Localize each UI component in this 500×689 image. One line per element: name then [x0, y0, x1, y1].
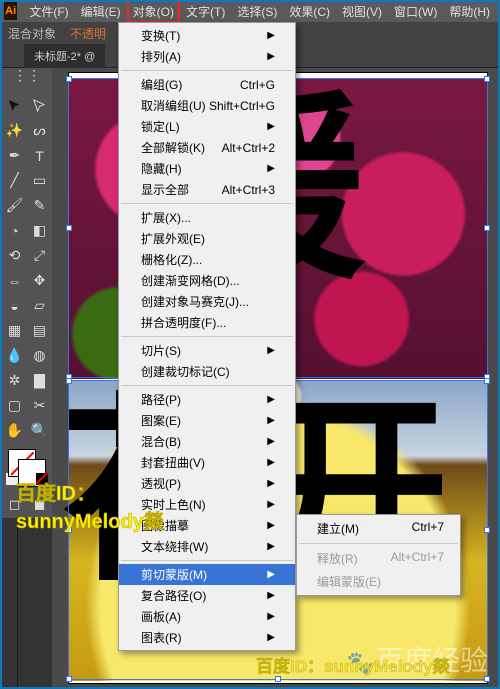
menu-separator: [121, 560, 293, 561]
menu-item[interactable]: 全部解锁(K)Alt+Ctrl+2: [119, 137, 295, 158]
direct-selection-tool-icon[interactable]: [27, 93, 52, 118]
shape-builder-tool-icon[interactable]: ◒: [2, 293, 27, 318]
menu-item[interactable]: 创建渐变网格(D)...: [119, 270, 295, 291]
gradient-tool-icon[interactable]: ▤: [27, 318, 52, 343]
menu-object[interactable]: 对象(O): [127, 0, 180, 23]
menu-item[interactable]: 拼合透明度(F)...: [119, 312, 295, 333]
menubar: Ai 文件(F) 编辑(E) 对象(O) 文字(T) 选择(S) 效果(C) 视…: [0, 0, 500, 22]
menu-item[interactable]: 隐藏(H)▶: [119, 158, 295, 179]
menu-item[interactable]: 路径(P)▶: [119, 389, 295, 410]
menu-item[interactable]: 显示全部Alt+Ctrl+3: [119, 179, 295, 200]
selection-tool-icon[interactable]: [2, 93, 27, 118]
submenu-item[interactable]: 建立(M)Ctrl+7: [297, 517, 460, 540]
annotation-watermark-bottom: 百度ID：sunnyMelody燚: [256, 652, 450, 677]
options-label-1: 混合对象: [8, 25, 56, 42]
menu-help[interactable]: 帮助(H): [443, 0, 496, 23]
artboard-tool-icon[interactable]: ▢: [2, 393, 27, 418]
submenu-arrow-icon: ▶: [267, 345, 275, 356]
column-graph-tool-icon[interactable]: ▇: [27, 368, 52, 393]
submenu-arrow-icon: ▶: [267, 569, 275, 580]
submenu-arrow-icon: ▶: [267, 163, 275, 174]
scale-tool-icon[interactable]: ⤢: [27, 243, 52, 268]
eraser-tool-icon[interactable]: ◧: [27, 218, 52, 243]
free-transform-tool-icon[interactable]: ✥: [27, 268, 52, 293]
menu-item[interactable]: 图案(E)▶: [119, 410, 295, 431]
submenu-arrow-icon: ▶: [267, 541, 275, 552]
submenu-arrow-icon: ▶: [267, 632, 275, 643]
submenu-arrow-icon: ▶: [267, 30, 275, 41]
menu-item[interactable]: 栅格化(Z)...: [119, 249, 295, 270]
mesh-tool-icon[interactable]: ▦: [2, 318, 27, 343]
menu-edit[interactable]: 编辑(E): [75, 0, 127, 23]
app-logo: Ai: [4, 2, 17, 20]
menu-item[interactable]: 创建裁切标记(C): [119, 361, 295, 382]
menu-separator: [121, 336, 293, 337]
menu-select[interactable]: 选择(S): [231, 0, 283, 23]
paintbrush-tool-icon[interactable]: 🖌: [2, 193, 27, 218]
pen-tool-icon[interactable]: ✒: [2, 143, 27, 168]
slice-tool-icon[interactable]: ✂: [27, 393, 52, 418]
menu-view[interactable]: 视图(V): [336, 0, 388, 23]
menu-file[interactable]: 文件(F): [23, 0, 74, 23]
zoom-tool-icon[interactable]: 🔍: [27, 418, 52, 443]
submenu-item: 释放(R)Alt+Ctrl+7: [297, 547, 460, 570]
menu-item[interactable]: 取消编组(U)Shift+Ctrl+G: [119, 95, 295, 116]
menu-item[interactable]: 变换(T)▶: [119, 25, 295, 46]
toolbox: ⋮⋮ ✨ ᔕ ✒ T ╱ ▭ 🖌 ✎ ◔ ◧ ⟲ ⤢ ⇔ ✥ ◒ ▱ ▦ ▤ 💧…: [2, 68, 52, 518]
line-tool-icon[interactable]: ╱: [2, 168, 27, 193]
blend-tool-icon[interactable]: ◍: [27, 343, 52, 368]
menu-item[interactable]: 文本绕排(W)▶: [119, 536, 295, 557]
annotation-watermark: 百度ID： sunnyMelody燚: [16, 480, 164, 536]
menu-separator: [121, 385, 293, 386]
menu-separator: [121, 70, 293, 71]
object-menu-dropdown: 变换(T)▶排列(A)▶ 编组(G)Ctrl+G取消编组(U)Shift+Ctrl…: [118, 22, 296, 651]
submenu-arrow-icon: ▶: [267, 478, 275, 489]
rectangle-tool-icon[interactable]: ▭: [27, 168, 52, 193]
type-tool-icon[interactable]: T: [27, 143, 52, 168]
submenu-arrow-icon: ▶: [267, 457, 275, 468]
menu-item[interactable]: 编组(G)Ctrl+G: [119, 74, 295, 95]
menu-item[interactable]: 图表(R)▶: [119, 627, 295, 648]
pencil-tool-icon[interactable]: ✎: [27, 193, 52, 218]
menu-effect[interactable]: 效果(C): [283, 0, 336, 23]
submenu-arrow-icon: ▶: [267, 121, 275, 132]
menu-type[interactable]: 文字(T): [180, 0, 231, 23]
menu-item[interactable]: 复合路径(O)▶: [119, 585, 295, 606]
menu-item[interactable]: 扩展(X)...: [119, 207, 295, 228]
rotate-tool-icon[interactable]: ⟲: [2, 243, 27, 268]
submenu-arrow-icon: ▶: [267, 520, 275, 531]
menu-item[interactable]: 锁定(L)▶: [119, 116, 295, 137]
submenu-arrow-icon: ▶: [267, 611, 275, 622]
lasso-tool-icon[interactable]: ᔕ: [27, 118, 52, 143]
menu-separator: [299, 543, 458, 544]
document-tab[interactable]: 未标题-2* @: [24, 44, 105, 68]
width-tool-icon[interactable]: ⇔: [2, 268, 27, 293]
menu-item[interactable]: 扩展外观(E): [119, 228, 295, 249]
menu-item[interactable]: 封套扭曲(V)▶: [119, 452, 295, 473]
menu-item[interactable]: 剪切蒙版(M)▶: [119, 564, 295, 585]
tool-handle-icon[interactable]: ⋮⋮: [2, 68, 52, 82]
menu-item[interactable]: 混合(B)▶: [119, 431, 295, 452]
menu-item[interactable]: 切片(S)▶: [119, 340, 295, 361]
blob-brush-tool-icon[interactable]: ◔: [2, 218, 27, 243]
menu-item[interactable]: 创建对象马赛克(J)...: [119, 291, 295, 312]
submenu-item: 编辑蒙版(E): [297, 570, 460, 593]
menu-item[interactable]: 画板(A)▶: [119, 606, 295, 627]
submenu-arrow-icon: ▶: [267, 436, 275, 447]
menu-item[interactable]: 排列(A)▶: [119, 46, 295, 67]
options-label-2: 不透明: [70, 25, 106, 42]
clipping-mask-submenu: 建立(M)Ctrl+7 释放(R)Alt+Ctrl+7编辑蒙版(E): [296, 514, 461, 596]
submenu-arrow-icon: ▶: [267, 415, 275, 426]
submenu-arrow-icon: ▶: [267, 590, 275, 601]
submenu-arrow-icon: ▶: [267, 394, 275, 405]
symbol-sprayer-tool-icon[interactable]: ✲: [2, 368, 27, 393]
perspective-tool-icon[interactable]: ▱: [27, 293, 52, 318]
submenu-arrow-icon: ▶: [267, 499, 275, 510]
menu-separator: [121, 203, 293, 204]
hand-tool-icon[interactable]: ✋: [2, 418, 27, 443]
magic-wand-tool-icon[interactable]: ✨: [2, 118, 27, 143]
eyedropper-tool-icon[interactable]: 💧: [2, 343, 27, 368]
menu-window[interactable]: 窗口(W): [388, 0, 443, 23]
submenu-arrow-icon: ▶: [267, 51, 275, 62]
